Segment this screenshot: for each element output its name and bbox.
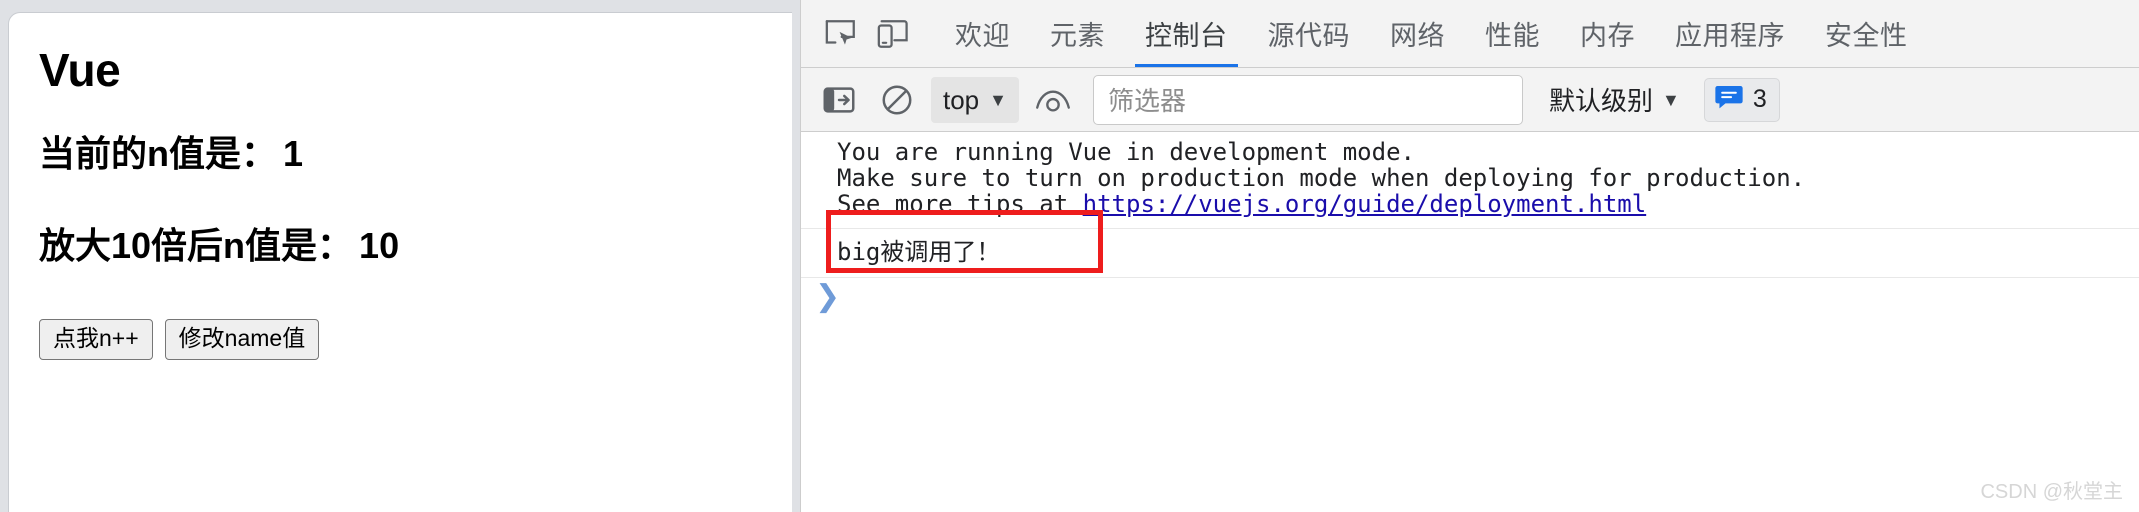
tab-elements-label: 元素	[1050, 21, 1105, 51]
execution-context-value: top	[943, 84, 980, 115]
screenshot-root: Vue 当前的n值是： 1 放大10倍后n值是： 10 点我n++ 修改name值	[0, 0, 2139, 512]
clear-console-icon[interactable]	[873, 76, 921, 124]
browser-page-pane: Vue 当前的n值是： 1 放大10倍后n值是： 10 点我n++ 修改name值	[0, 0, 800, 512]
n-value-label: 当前的n值是：	[39, 133, 277, 174]
bign-value-label: 放大10倍后n值是：	[39, 224, 354, 266]
log-level-select[interactable]: 默认级别 ▼	[1549, 81, 1680, 118]
page-viewport: Vue 当前的n值是： 1 放大10倍后n值是： 10 点我n++ 修改name值	[8, 12, 792, 512]
devtools-panel: 欢迎 元素 控制台 源代码 网络 性能 内存 应用程序 安全性 top ▼ 筛选…	[800, 0, 2139, 512]
chevron-down-icon: ▼	[1662, 89, 1680, 110]
watermark: CSDN @秋堂主	[1980, 481, 2123, 503]
inspect-element-icon[interactable]	[815, 8, 867, 60]
tab-welcome[interactable]: 欢迎	[935, 0, 1030, 67]
warning-line-3: See more tips at https://vuejs.org/guide…	[837, 189, 2139, 218]
tab-elements[interactable]: 元素	[1030, 0, 1125, 67]
warning-line-3-text: See more tips at	[837, 189, 1083, 218]
tab-network[interactable]: 网络	[1370, 0, 1465, 67]
tab-performance[interactable]: 性能	[1465, 0, 1560, 67]
console-message-list[interactable]: You are running Vue in development mode.…	[801, 132, 2139, 512]
tab-memory[interactable]: 内存	[1560, 0, 1655, 67]
devtools-tabbar: 欢迎 元素 控制台 源代码 网络 性能 内存 应用程序 安全性	[801, 0, 2139, 68]
chevron-down-icon: ▼	[989, 89, 1007, 110]
message-bubble-icon	[1714, 84, 1744, 115]
console-sidebar-icon[interactable]	[815, 76, 863, 124]
tab-welcome-label: 欢迎	[955, 21, 1010, 51]
execution-context-select[interactable]: top ▼	[931, 76, 1019, 123]
deployment-link[interactable]: https://vuejs.org/guide/deployment.html	[1083, 190, 1647, 218]
tab-application-label: 应用程序	[1675, 21, 1785, 51]
filter-placeholder: 筛选器	[1107, 86, 1186, 116]
log-message-text: big被调用了！	[837, 237, 1001, 266]
tab-security-label: 安全性	[1825, 21, 1908, 51]
console-toolbar: top ▼ 筛选器 默认级别 ▼ 3	[801, 68, 2139, 132]
page-button-row: 点我n++ 修改name值	[39, 318, 762, 360]
tab-memory-label: 内存	[1580, 21, 1635, 51]
tab-security[interactable]: 安全性	[1805, 0, 1928, 67]
live-expression-icon[interactable]	[1029, 76, 1077, 124]
console-warning-message[interactable]: You are running Vue in development mode.…	[801, 132, 2139, 229]
console-prompt[interactable]: ❯	[801, 278, 2139, 318]
bign-value-line: 放大10倍后n值是： 10	[39, 224, 762, 266]
n-value-line: 当前的n值是： 1	[39, 135, 762, 173]
filter-input[interactable]: 筛选器	[1092, 74, 1523, 125]
change-name-button[interactable]: 修改name值	[164, 318, 320, 360]
device-toolbar-icon[interactable]	[867, 8, 919, 60]
tab-console-label: 控制台	[1145, 21, 1228, 51]
warning-line-2: Make sure to turn on production mode whe…	[837, 163, 1806, 192]
tab-network-label: 网络	[1390, 21, 1445, 51]
message-count-badge[interactable]: 3	[1703, 77, 1780, 122]
console-log-message[interactable]: big被调用了！	[801, 229, 2139, 279]
tab-performance-label: 性能	[1485, 21, 1540, 51]
message-count: 3	[1752, 85, 1767, 113]
prompt-caret-icon: ❯	[815, 279, 841, 315]
page-title: Vue	[39, 44, 121, 96]
bign-value: 10	[359, 224, 400, 266]
n-value: 1	[283, 133, 304, 174]
increment-button[interactable]: 点我n++	[39, 318, 153, 360]
tab-application[interactable]: 应用程序	[1655, 0, 1805, 67]
tab-sources-label: 源代码	[1267, 21, 1350, 51]
log-level-value: 默认级别	[1548, 86, 1653, 116]
tab-console[interactable]: 控制台	[1125, 0, 1248, 67]
tab-sources[interactable]: 源代码	[1248, 0, 1371, 67]
warning-line-1: You are running Vue in development mode.	[837, 138, 1415, 166]
